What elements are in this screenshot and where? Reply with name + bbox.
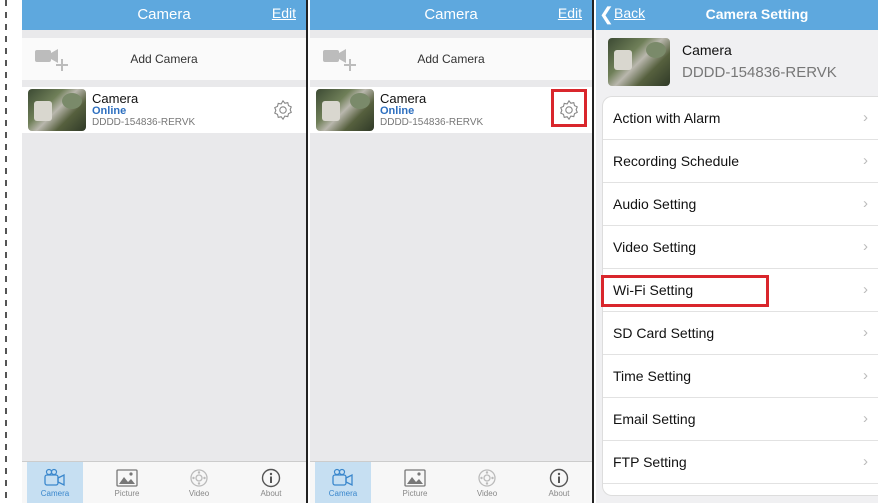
camera-name: Camera — [682, 42, 732, 58]
camera-icon — [44, 468, 65, 487]
camera-thumbnail — [316, 89, 374, 131]
chevron-right-icon: › — [863, 281, 868, 298]
highlight-box — [601, 275, 769, 307]
camera-status: Online — [380, 105, 415, 117]
tab-bar: Camera Picture Video About — [22, 461, 306, 503]
chevron-right-icon: › — [863, 109, 868, 126]
tab-video[interactable]: Video — [459, 462, 515, 503]
tab-about[interactable]: About — [531, 462, 587, 503]
settings-item-label: Audio Setting — [613, 196, 697, 212]
camera-list-screen-2: Camera Edit Add Camera Camera Online DDD… — [310, 0, 594, 503]
camera-thumbnail — [28, 89, 86, 131]
video-icon — [190, 469, 208, 487]
info-icon — [549, 468, 569, 488]
tab-bar: Camera Picture Video About — [310, 461, 592, 503]
settings-item-action-with-alarm[interactable]: Action with Alarm › — [603, 97, 878, 140]
settings-item-label: Time Setting — [613, 368, 692, 384]
settings-item-label: Recording Schedule — [613, 153, 740, 169]
camera-list-screen-1: Camera Edit Add Camera Camera Online DDD… — [22, 0, 308, 503]
camera-header: Camera DDDD-154836-RERVK — [596, 30, 878, 98]
camera-list-item[interactable]: Camera Online DDDD-154836-RERVK — [22, 87, 306, 133]
settings-item-label: Video Setting — [613, 239, 697, 255]
tab-camera[interactable]: Camera — [315, 462, 371, 503]
settings-item-ftp-setting[interactable]: FTP Setting › — [603, 441, 878, 484]
camera-setting-screen: ❮ Back Camera Setting Camera DDDD-154836… — [596, 0, 878, 503]
camera-icon — [332, 468, 353, 487]
nav-title: Camera — [424, 6, 478, 23]
camera-name: Camera — [92, 91, 139, 106]
settings-item-email-setting[interactable]: Email Setting › — [603, 398, 878, 441]
chevron-right-icon: › — [863, 410, 868, 427]
nav-bar: Camera Edit — [310, 0, 592, 30]
chevron-right-icon: › — [863, 324, 868, 341]
add-camera-row[interactable]: Add Camera — [310, 38, 592, 80]
picture-icon — [404, 469, 426, 487]
camera-id: DDDD-154836-RERVK — [682, 64, 837, 81]
tab-label: Camera — [40, 489, 70, 498]
chevron-right-icon: › — [863, 195, 868, 212]
tab-label: Video — [188, 489, 210, 498]
settings-item-label: Email Setting — [613, 411, 696, 427]
tab-label: About — [548, 489, 570, 498]
camera-status: Online — [92, 105, 127, 117]
settings-item-sd-card-setting[interactable]: SD Card Setting › — [603, 312, 878, 355]
gear-icon[interactable] — [272, 99, 294, 121]
settings-item-video-setting[interactable]: Video Setting › — [603, 226, 878, 269]
chevron-right-icon: › — [863, 367, 868, 384]
settings-item-label: FTP Setting — [613, 454, 687, 470]
dashed-margin-line — [5, 0, 7, 503]
tab-video[interactable]: Video — [171, 462, 227, 503]
chevron-right-icon: › — [863, 238, 868, 255]
tab-picture[interactable]: Picture — [387, 462, 443, 503]
settings-item-wifi-setting[interactable]: Wi-Fi Setting › — [601, 269, 878, 312]
tab-label: Picture — [114, 489, 140, 498]
add-camera-label: Add Camera — [130, 52, 198, 66]
tab-label: Video — [476, 489, 498, 498]
settings-list: Action with Alarm › Recording Schedule ›… — [601, 96, 878, 496]
settings-item-audio-setting[interactable]: Audio Setting › — [603, 183, 878, 226]
settings-item-label: SD Card Setting — [613, 325, 715, 341]
settings-item-recording-schedule[interactable]: Recording Schedule › — [603, 140, 878, 183]
camera-thumbnail — [608, 38, 670, 86]
tab-about[interactable]: About — [243, 462, 299, 503]
chevron-left-icon[interactable]: ❮ — [599, 4, 614, 25]
camera-name: Camera — [380, 91, 427, 106]
nav-bar: Camera Edit — [22, 0, 306, 30]
nav-bar: ❮ Back Camera Setting — [596, 0, 878, 30]
edit-button[interactable]: Edit — [272, 5, 296, 21]
tab-picture[interactable]: Picture — [99, 462, 155, 503]
camera-id: DDDD-154836-RERVK — [92, 117, 196, 128]
info-icon — [261, 468, 281, 488]
picture-icon — [116, 469, 138, 487]
video-icon — [478, 469, 496, 487]
tab-camera[interactable]: Camera — [27, 462, 83, 503]
nav-title: Camera — [137, 6, 191, 23]
edit-button[interactable]: Edit — [558, 5, 582, 21]
settings-item-label: Action with Alarm — [613, 110, 721, 126]
chevron-right-icon: › — [863, 453, 868, 470]
add-camera-row[interactable]: Add Camera — [22, 38, 306, 80]
settings-item-time-setting[interactable]: Time Setting › — [603, 355, 878, 398]
nav-title: Camera Setting — [705, 6, 809, 22]
tab-label: Camera — [328, 489, 358, 498]
highlight-box — [551, 89, 587, 127]
add-camera-label: Add Camera — [417, 52, 485, 66]
camera-id: DDDD-154836-RERVK — [380, 117, 484, 128]
tab-label: Picture — [402, 489, 428, 498]
tab-label: About — [260, 489, 282, 498]
chevron-right-icon: › — [863, 152, 868, 169]
camera-list-item[interactable]: Camera Online DDDD-154836-RERVK — [310, 87, 592, 133]
